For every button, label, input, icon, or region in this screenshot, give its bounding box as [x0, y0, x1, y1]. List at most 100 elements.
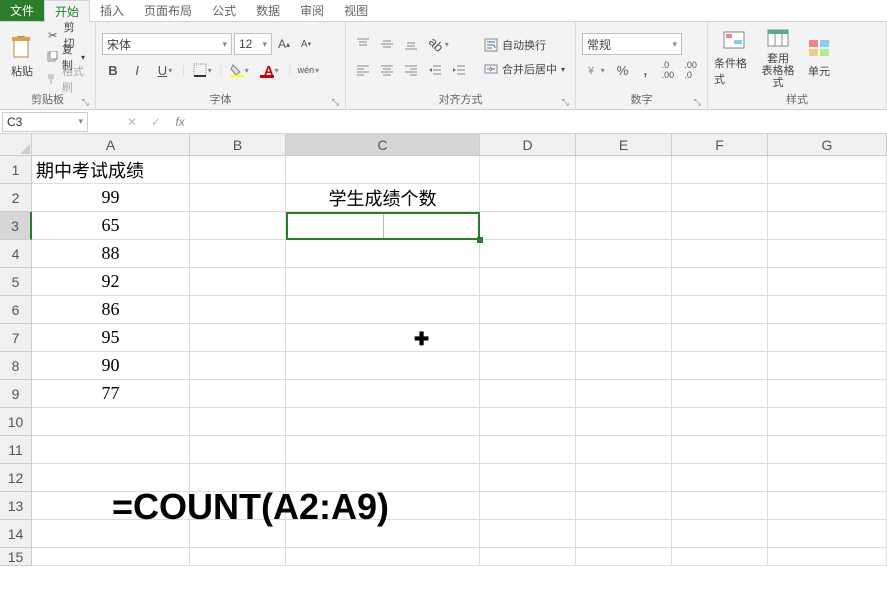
cell-C14[interactable]	[286, 520, 480, 548]
cell-B10[interactable]	[190, 408, 286, 436]
fx-button[interactable]: fx	[168, 111, 192, 133]
cell-G11[interactable]	[768, 436, 887, 464]
cell-C3[interactable]	[286, 212, 480, 240]
cell-A2[interactable]: 99	[32, 184, 190, 212]
row-header-14[interactable]: 14	[0, 520, 32, 548]
accounting-format-button[interactable]: ¥▾	[582, 59, 610, 81]
cell-G14[interactable]	[768, 520, 887, 548]
cell-E13[interactable]	[576, 492, 672, 520]
tab-page-layout[interactable]: 页面布局	[134, 0, 202, 21]
cell-F15[interactable]	[672, 548, 768, 566]
cell-G15[interactable]	[768, 548, 887, 566]
cell-C13[interactable]	[286, 492, 480, 520]
cell-B6[interactable]	[190, 296, 286, 324]
cell-F8[interactable]	[672, 352, 768, 380]
align-left-button[interactable]	[352, 59, 374, 81]
cell-D8[interactable]	[480, 352, 576, 380]
tab-data[interactable]: 数据	[246, 0, 290, 21]
cell-B11[interactable]	[190, 436, 286, 464]
tab-view[interactable]: 视图	[334, 0, 378, 21]
cell-A5[interactable]: 92	[32, 268, 190, 296]
cell-D4[interactable]	[480, 240, 576, 268]
cell-D10[interactable]	[480, 408, 576, 436]
name-box[interactable]: C3 ▾	[2, 112, 88, 132]
underline-button[interactable]: U▾	[150, 59, 180, 81]
cell-B12[interactable]	[190, 464, 286, 492]
row-header-13[interactable]: 13	[0, 492, 32, 520]
number-launcher[interactable]: ⤡	[694, 97, 701, 108]
align-launcher[interactable]: ⤡	[562, 97, 569, 108]
font-size-select[interactable]: 12 ▾	[234, 33, 272, 55]
cell-G4[interactable]	[768, 240, 887, 268]
col-header-F[interactable]: F	[672, 134, 768, 156]
cell-F14[interactable]	[672, 520, 768, 548]
cell-G5[interactable]	[768, 268, 887, 296]
cell-C1[interactable]	[286, 156, 480, 184]
cell-C4[interactable]	[286, 240, 480, 268]
cell-F3[interactable]	[672, 212, 768, 240]
cell-C8[interactable]	[286, 352, 480, 380]
cell-D14[interactable]	[480, 520, 576, 548]
cell-D3[interactable]	[480, 212, 576, 240]
format-painter-button[interactable]: 格式刷	[42, 69, 89, 89]
col-header-A[interactable]: A	[32, 134, 190, 156]
cell-E8[interactable]	[576, 352, 672, 380]
cells-area[interactable]: 期中考试成绩 99学生成绩个数 65 88 92 86 95 90 77	[32, 156, 887, 566]
cell-E14[interactable]	[576, 520, 672, 548]
row-header-2[interactable]: 2	[0, 184, 32, 212]
cell-A10[interactable]	[32, 408, 190, 436]
col-header-D[interactable]: D	[480, 134, 576, 156]
cell-G7[interactable]	[768, 324, 887, 352]
cell-F13[interactable]	[672, 492, 768, 520]
number-format-select[interactable]: 常规 ▾	[582, 33, 682, 55]
cell-G2[interactable]	[768, 184, 887, 212]
cell-A6[interactable]: 86	[32, 296, 190, 324]
cell-A15[interactable]	[32, 548, 190, 566]
cell-F5[interactable]	[672, 268, 768, 296]
cell-G13[interactable]	[768, 492, 887, 520]
row-header-10[interactable]: 10	[0, 408, 32, 436]
col-header-G[interactable]: G	[768, 134, 887, 156]
wrap-text-button[interactable]: 自动换行	[480, 35, 569, 55]
row-header-1[interactable]: 1	[0, 156, 32, 184]
cell-G9[interactable]	[768, 380, 887, 408]
cell-D15[interactable]	[480, 548, 576, 566]
cell-A1[interactable]: 期中考试成绩	[32, 156, 190, 184]
cell-G1[interactable]	[768, 156, 887, 184]
tab-file[interactable]: 文件	[0, 0, 44, 21]
fill-color-button[interactable]: ▾	[224, 59, 254, 81]
increase-font-button[interactable]: A▴	[274, 34, 294, 54]
border-button[interactable]: ▾	[187, 59, 217, 81]
cell-F4[interactable]	[672, 240, 768, 268]
row-header-8[interactable]: 8	[0, 352, 32, 380]
align-right-button[interactable]	[400, 59, 422, 81]
cell-E2[interactable]	[576, 184, 672, 212]
cell-F11[interactable]	[672, 436, 768, 464]
cell-B13[interactable]	[190, 492, 286, 520]
cell-C5[interactable]	[286, 268, 480, 296]
col-header-E[interactable]: E	[576, 134, 672, 156]
decrease-decimal-button[interactable]: .00.0	[680, 59, 701, 81]
cell-A11[interactable]	[32, 436, 190, 464]
cell-D13[interactable]	[480, 492, 576, 520]
cell-G3[interactable]	[768, 212, 887, 240]
cell-B8[interactable]	[190, 352, 286, 380]
cell-F9[interactable]	[672, 380, 768, 408]
cell-G10[interactable]	[768, 408, 887, 436]
cell-D12[interactable]	[480, 464, 576, 492]
cell-D2[interactable]	[480, 184, 576, 212]
align-top-button[interactable]	[352, 33, 374, 55]
row-header-3[interactable]: 3	[0, 212, 32, 240]
cell-G12[interactable]	[768, 464, 887, 492]
cell-B2[interactable]	[190, 184, 286, 212]
cell-C9[interactable]	[286, 380, 480, 408]
increase-indent-button[interactable]	[448, 59, 470, 81]
phonetic-button[interactable]: wén▾	[293, 59, 323, 81]
cell-A7[interactable]: 95	[32, 324, 190, 352]
cell-D11[interactable]	[480, 436, 576, 464]
cell-E10[interactable]	[576, 408, 672, 436]
cell-F12[interactable]	[672, 464, 768, 492]
font-color-button[interactable]: A▾	[256, 59, 286, 81]
cell-C15[interactable]	[286, 548, 480, 566]
cell-A13[interactable]	[32, 492, 190, 520]
